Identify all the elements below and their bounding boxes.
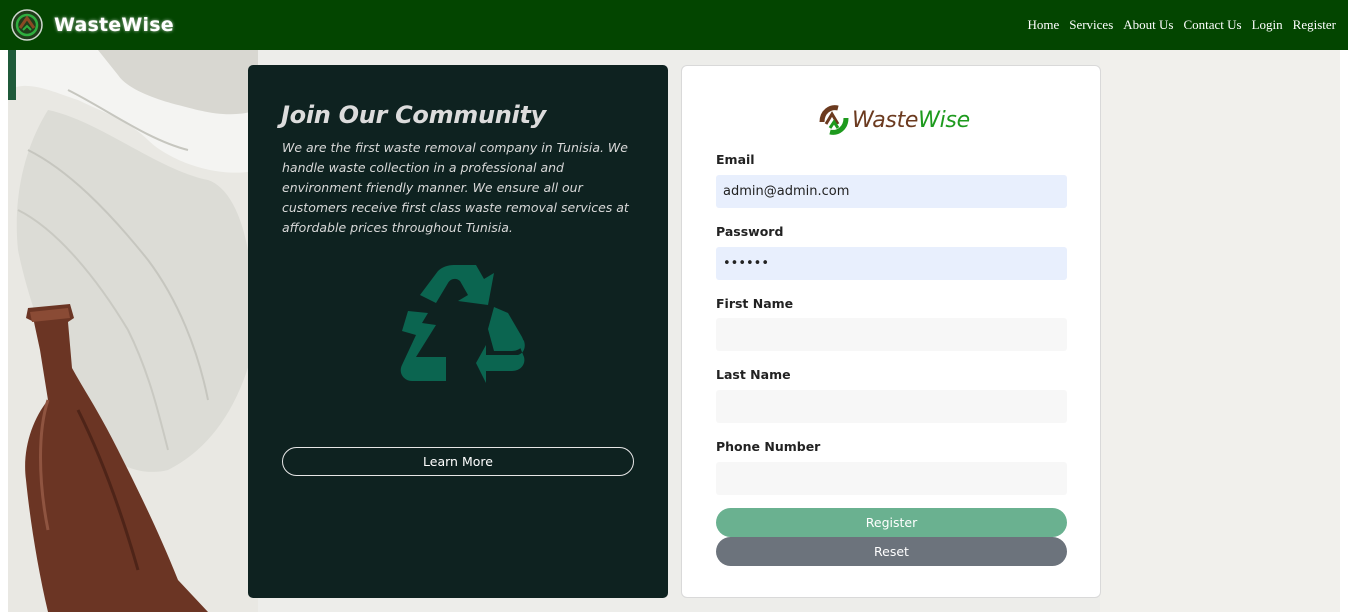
info-title: Join Our Community: [281, 101, 546, 129]
wastewise-logo-icon: [819, 105, 849, 135]
last-name-label: Last Name: [716, 367, 791, 382]
phone-number-field[interactable]: [716, 462, 1067, 495]
phone-number-label: Phone Number: [716, 439, 821, 454]
navbar: WasteWise Home Services About Us Contact…: [0, 0, 1348, 50]
background-illustration: [8, 50, 258, 612]
background-edge-right: [1340, 50, 1348, 612]
last-name-field[interactable]: [716, 390, 1067, 423]
logo-text-wise: Wise: [918, 107, 970, 133]
nav-link-login[interactable]: Login: [1252, 17, 1283, 33]
nav-link-register[interactable]: Register: [1293, 17, 1336, 33]
brand-name: WasteWise: [54, 14, 174, 36]
background-edge-left: [0, 50, 8, 612]
brand[interactable]: WasteWise: [11, 9, 174, 41]
nav-links: Home Services About Us Contact Us Login …: [1027, 0, 1336, 50]
form-logo-text: WasteWise: [852, 108, 970, 133]
brand-logo-icon: [11, 9, 43, 41]
form-logo: WasteWise: [816, 102, 970, 138]
first-name-field[interactable]: [716, 318, 1067, 351]
email-label: Email: [716, 152, 755, 167]
info-card: Join Our Community We are the first wast…: [248, 65, 668, 598]
background-paper: [1100, 50, 1340, 612]
info-description: We are the first waste removal company i…: [282, 140, 629, 235]
nav-link-services[interactable]: Services: [1069, 17, 1113, 33]
reset-button[interactable]: Reset: [716, 537, 1067, 566]
learn-more-button[interactable]: Learn More: [282, 447, 634, 476]
logo-text-waste: Waste: [852, 107, 919, 133]
nav-link-about-us[interactable]: About Us: [1123, 17, 1173, 33]
password-field[interactable]: [716, 247, 1067, 280]
register-form-card: WasteWise Email Password First Name Last…: [681, 65, 1101, 598]
email-field[interactable]: [716, 175, 1067, 208]
nav-link-contact-us[interactable]: Contact Us: [1183, 17, 1241, 33]
password-label: Password: [716, 224, 784, 239]
nav-link-home[interactable]: Home: [1027, 17, 1059, 33]
register-button[interactable]: Register: [716, 508, 1067, 537]
first-name-label: First Name: [716, 296, 794, 311]
recycle-icon: [400, 265, 525, 383]
